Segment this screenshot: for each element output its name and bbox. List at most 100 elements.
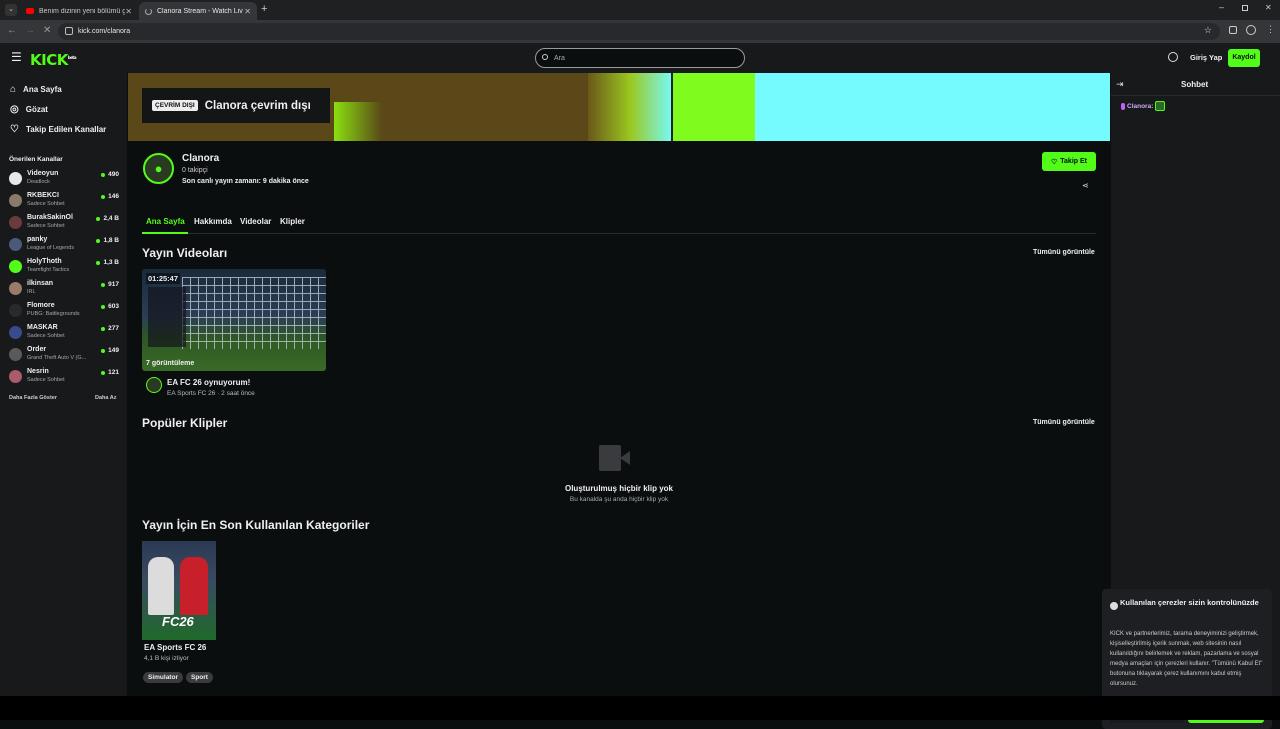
minimize-icon[interactable]: – — [1219, 2, 1224, 12]
channel-viewers: 277 — [101, 325, 119, 332]
browser-tab-2-active[interactable]: Clanora Stream - Watch Live or ✕ — [139, 2, 257, 20]
tab-search-icon[interactable]: ⌄ — [5, 4, 17, 16]
channel-row[interactable]: Videoyun Deadlock 490 — [9, 169, 121, 191]
chat-header-divider — [1111, 95, 1280, 96]
login-button[interactable]: Giriş Yap — [1190, 53, 1222, 62]
hamburger-menu-icon[interactable]: ☰ — [11, 50, 22, 64]
channel-viewers: 490 — [101, 171, 119, 178]
window-close-icon[interactable]: ✕ — [1265, 3, 1272, 12]
video-title[interactable]: EA FC 26 oynuyorum! — [167, 378, 250, 387]
channel-category: Deadlock — [27, 179, 50, 185]
forward-icon[interactable]: → — [25, 25, 35, 36]
clips-see-all-link[interactable]: Tümünü görüntüle — [1033, 419, 1095, 426]
last-live: Son canlı yayın zamanı: 9 dakika önce — [182, 178, 309, 185]
channel-avatar[interactable]: ● — [143, 153, 174, 184]
channel-avatar — [9, 282, 22, 295]
bookmark-star-icon[interactable]: ☆ — [1204, 25, 1212, 36]
channel-category: IRL — [27, 289, 36, 295]
channel-avatar — [9, 216, 22, 229]
profile-icon[interactable] — [1246, 25, 1256, 35]
video-meta: EA Sports FC 26 · 2 saat önce — [167, 390, 255, 397]
channel-name[interactable]: Clanora — [182, 153, 219, 164]
cookie-body: KICK ve partnerlerimiz, tarama deneyimin… — [1110, 631, 1263, 687]
stop-loading-icon[interactable]: ✕ — [43, 25, 51, 36]
search-input[interactable]: Ara — [535, 48, 745, 68]
category-cover[interactable]: FC26 — [142, 541, 216, 640]
banner-dark-line — [671, 73, 673, 141]
channel-viewers: 917 — [101, 281, 119, 288]
follow-label: Takip Et — [1060, 158, 1087, 165]
channel-category: PUBG: Battlegrounds — [27, 311, 80, 317]
browser-tab-bar: ⌄ Benim dizinin yeni bölümü gel ✕ Clanor… — [0, 0, 1280, 20]
category-name[interactable]: EA Sports FC 26 — [144, 643, 206, 652]
language-globe-icon[interactable] — [1168, 52, 1178, 62]
videos-see-all-link[interactable]: Tümünü görüntüle — [1033, 249, 1095, 256]
channel-row[interactable]: panky League of Legends 1,8 B — [9, 235, 121, 257]
banner-green-block — [671, 73, 755, 141]
channel-row[interactable]: ilkinsan IRL 917 — [9, 279, 121, 301]
back-icon[interactable]: ← — [7, 25, 17, 36]
channel-avatar — [9, 172, 22, 185]
sidebar-item-home[interactable]: ⌂ Ana Sayfa — [10, 84, 62, 95]
chat-username[interactable]: Clanora: — [1127, 103, 1153, 110]
tag-sport[interactable]: Sport — [185, 672, 213, 683]
url-field[interactable]: kick.com/clanora ☆ — [58, 23, 1220, 40]
channel-name: BurakSakinOl — [27, 214, 73, 221]
tag-simulator[interactable]: Simulator — [143, 672, 183, 683]
channel-name: MASKAR — [27, 324, 58, 331]
browser-tab-1[interactable]: Benim dizinin yeni bölümü gel ✕ — [20, 2, 138, 20]
home-icon: ⌂ — [10, 84, 17, 95]
show-less-button[interactable]: Daha Az — [95, 395, 117, 401]
maximize-icon[interactable] — [1242, 5, 1248, 11]
video-channel-avatar[interactable] — [146, 377, 162, 393]
tab-clips[interactable]: Klipler — [280, 217, 305, 226]
offline-banner: ÇEVRİM DIŞI Clanora çevrim dışı — [128, 73, 1110, 141]
sidebar-item-browse[interactable]: ◎ Gözat — [10, 104, 48, 115]
search-icon — [542, 54, 548, 60]
share-icon[interactable]: ⋖ — [1082, 181, 1089, 190]
video-thumbnail[interactable]: 01:25:47 7 görüntüleme — [142, 269, 326, 371]
channel-name: Nesrin — [27, 368, 49, 375]
channel-viewers: 2,4 B — [96, 215, 119, 222]
channel-row[interactable]: RKBEKCI Sadece Sohbet 146 — [9, 191, 121, 213]
kick-logo[interactable]: KICKbeta — [30, 51, 77, 69]
compass-icon: ◎ — [10, 104, 19, 115]
tab-home[interactable]: Ana Sayfa — [146, 217, 185, 226]
browser-menu-icon[interactable]: ⋮ — [1266, 24, 1275, 35]
viewer-count: 121 — [108, 369, 119, 376]
channel-row[interactable]: Order Grand Theft Auto V (G... 149 — [9, 345, 121, 367]
close-tab-icon[interactable]: ✕ — [125, 7, 132, 16]
channel-row[interactable]: BurakSakinOl Sadece Sohbet 2,4 B — [9, 213, 121, 235]
tab-about[interactable]: Hakkımda — [194, 217, 232, 226]
sidebar: ⌂ Ana Sayfa ◎ Gözat ♡ Takip Edilen Kanal… — [0, 73, 127, 696]
clips-section-title: Popüler Klipler — [142, 416, 228, 430]
collapse-chat-icon[interactable]: ⇥ — [1116, 79, 1124, 90]
channel-name: panky — [27, 236, 48, 243]
tab-videos[interactable]: Videolar — [240, 217, 271, 226]
channel-row[interactable]: Nesrin Sadece Sohbet 121 — [9, 367, 121, 389]
tab-home-underline — [142, 232, 188, 234]
show-more-button[interactable]: Daha Fazla Göster — [9, 395, 57, 401]
channel-row[interactable]: Flomore PUBG: Battlegrounds 603 — [9, 301, 121, 323]
channel-row[interactable]: MASKAR Sadece Sohbet 277 — [9, 323, 121, 345]
extensions-icon[interactable] — [1229, 26, 1237, 34]
live-dot-icon — [101, 194, 106, 199]
close-tab-icon[interactable]: ✕ — [244, 7, 251, 16]
channel-row[interactable]: HolyThoth Teamfight Tactics 1,3 B — [9, 257, 121, 279]
channel-category: Sadece Sohbet — [27, 223, 65, 229]
site-info-icon[interactable] — [65, 27, 73, 35]
banner-bright-green-block — [334, 102, 382, 141]
new-tab-icon[interactable]: + — [261, 3, 267, 15]
top-navigation: ☰ KICKbeta Ara Giriş Yap Kaydol — [0, 43, 1280, 73]
sidebar-item-label: Gözat — [25, 105, 48, 114]
channel-viewers: 146 — [101, 193, 119, 200]
channel-tabs: Ana Sayfa Hakkımda Videolar Klipler — [142, 213, 1096, 234]
sidebar-item-following[interactable]: ♡ Takip Edilen Kanallar — [10, 124, 106, 135]
live-dot-icon — [101, 172, 106, 177]
offline-text: Clanora çevrim dışı — [204, 99, 311, 112]
signup-button[interactable]: Kaydol — [1228, 49, 1260, 67]
channel-category: Sadece Sohbet — [27, 377, 65, 383]
follower-count: 0 takipçi — [182, 167, 208, 174]
offline-badge: ÇEVRİM DIŞI — [152, 100, 198, 111]
follow-button[interactable]: ♡ Takip Et — [1042, 152, 1096, 171]
